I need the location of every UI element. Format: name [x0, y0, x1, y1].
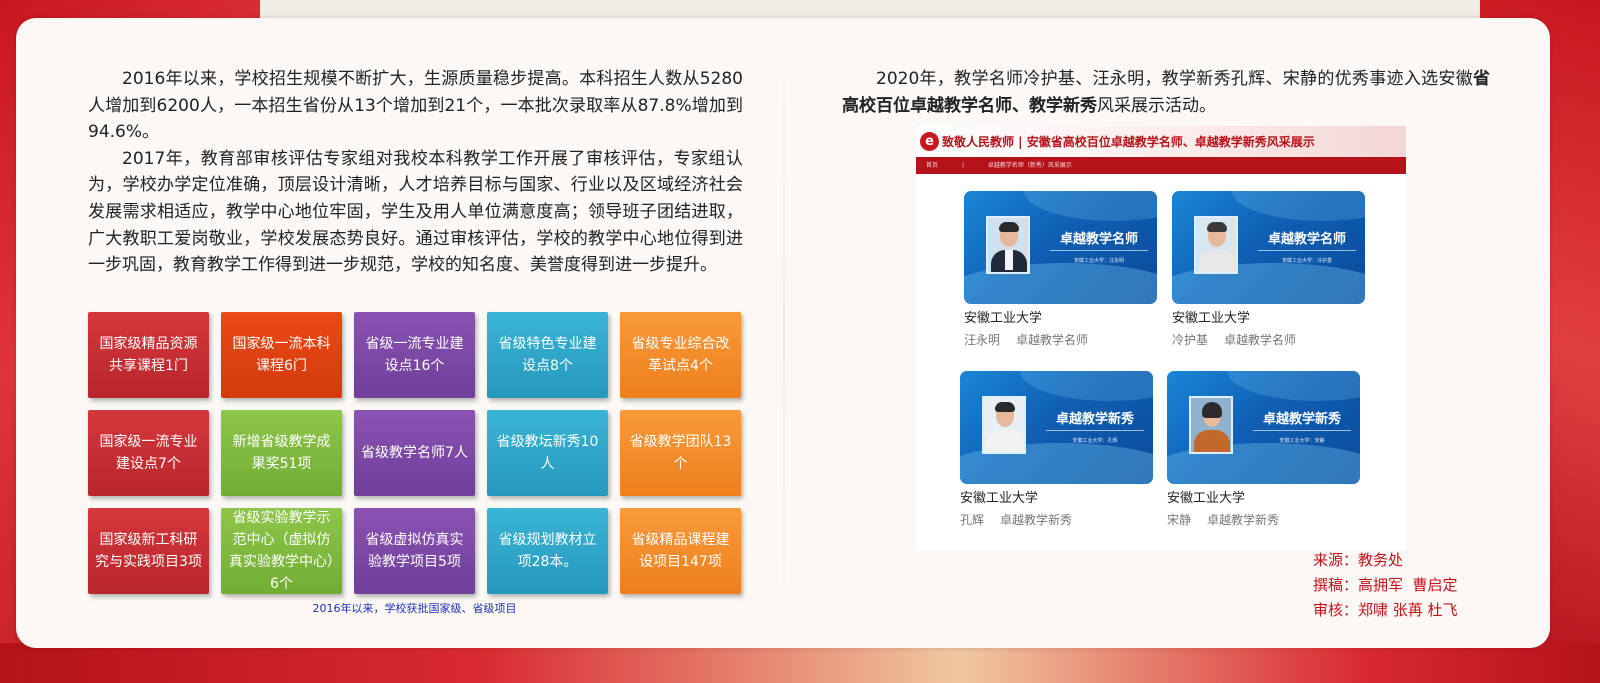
teacher-badge-sub: 安徽工业大学：宋静	[1279, 438, 1325, 444]
teacher-title: 卓越教学新秀	[1207, 513, 1280, 527]
credit-source: 来源：教务处	[1313, 551, 1404, 569]
teacher-name: 冷护基	[1172, 333, 1209, 347]
teacher-badge: 卓越教学新秀	[1046, 409, 1144, 431]
grid-caption: 2016年以来，学校获批国家级、省级项目	[312, 602, 517, 615]
site-logo-icon: e	[920, 132, 939, 151]
teacher-title: 卓越教学名师	[1016, 333, 1089, 347]
awards-text-b: 风采展示活动。	[1097, 95, 1216, 116]
teacher-photo	[986, 216, 1030, 274]
achievement-tile: 省级特色专业建设点8个	[487, 312, 608, 398]
teacher-badge: 卓越教学新秀	[1253, 409, 1351, 431]
teacher-title: 卓越教学新秀	[1000, 513, 1073, 527]
teacher-meta: 冷护基 卓越教学名师	[1172, 331, 1365, 349]
teacher-entry: 卓越教学名师 安徽工业大学：汪永明 安徽工业大学 汪永明 卓越教学名师	[964, 191, 1157, 349]
achievement-tile: 国家级精品资源共享课程1门	[88, 312, 209, 398]
decorative-bottom-band	[0, 643, 1600, 683]
website-header: e 致敬人民教师 | 安徽省高校百位卓越教学名师、卓越教学新秀风采展示	[916, 126, 1406, 157]
teacher-card: 卓越教学名师 安徽工业大学：汪永明	[964, 191, 1157, 304]
teacher-name: 孔辉	[960, 513, 985, 527]
nav-divider: |	[961, 162, 964, 169]
nav-current: 卓越教学名师（新秀）风采展示	[987, 162, 1072, 169]
teacher-meta: 汪永明 卓越教学名师	[964, 331, 1157, 349]
teacher-card: 卓越教学新秀 安徽工业大学：宋静	[1167, 371, 1360, 484]
card-wave-decoration	[1024, 191, 1157, 221]
left-article: 2016年以来，学校招生规模不断扩大，生源质量稳步提高。本科招生人数从5280人…	[88, 66, 743, 279]
website-nav: 首页 | 卓越教学名师（新秀）风采展示	[916, 157, 1406, 174]
teacher-entry: 卓越教学新秀 安徽工业大学：孔辉 安徽工业大学 孔辉 卓越教学新秀	[960, 371, 1153, 529]
teacher-name: 汪永明	[964, 333, 1001, 347]
teacher-entry: 卓越教学名师 安徽工业大学：冷护基 安徽工业大学 冷护基 卓越教学名师	[1172, 191, 1365, 349]
teacher-title: 卓越教学名师	[1224, 333, 1297, 347]
teacher-entry: 卓越教学新秀 安徽工业大学：宋静 安徽工业大学 宋静 卓越教学新秀	[1167, 371, 1360, 529]
card-wave-decoration	[1227, 371, 1360, 401]
teacher-badge-sub: 安徽工业大学：汪永明	[1073, 258, 1124, 264]
teacher-school: 安徽工业大学	[960, 491, 1039, 506]
achievement-grid: 国家级精品资源共享课程1门 国家级一流本科课程6门 省级一流专业建设点16个 省…	[88, 312, 741, 595]
credits: 来源：教务处 撰稿：高拥军 曹启定 审核：郑啸 张苒 杜飞	[1313, 548, 1458, 623]
teacher-school: 安徽工业大学	[964, 311, 1043, 326]
paragraph-enrollment: 2016年以来，学校招生规模不断扩大，生源质量稳步提高。本科招生人数从5280人…	[88, 69, 743, 143]
teacher-badge: 卓越教学名师	[1258, 229, 1356, 251]
achievement-tile: 省级教学团队13个	[620, 410, 741, 496]
achievement-tile: 省级教学名师7人	[354, 410, 475, 496]
teacher-school: 安徽工业大学	[1172, 311, 1251, 326]
credit-author: 撰稿：高拥军 曹启定	[1313, 576, 1458, 594]
teacher-name: 宋静	[1167, 513, 1192, 527]
right-article: 2020年，教学名师冷护基、汪永明，教学新秀孔辉、宋静的优秀事迹入选安徽省高校百…	[842, 66, 1490, 119]
achievement-tile: 国家级一流本科课程6门	[221, 312, 342, 398]
card-wave-decoration	[1020, 371, 1153, 401]
achievement-tile: 省级教坛新秀10人	[487, 410, 608, 496]
teacher-school: 安徽工业大学	[1167, 491, 1246, 506]
website-screenshot: e 致敬人民教师 | 安徽省高校百位卓越教学名师、卓越教学新秀风采展示 首页 |…	[916, 126, 1406, 550]
achievement-tile: 省级一流专业建设点16个	[354, 312, 475, 398]
achievement-tile: 省级实验教学示范中心（虚拟仿真实验教学中心）6个	[221, 508, 342, 594]
teacher-badge-sub: 安徽工业大学：冷护基	[1281, 258, 1332, 264]
paragraph-awards: 2020年，教学名师冷护基、汪永明，教学新秀孔辉、宋静的优秀事迹入选安徽省高校百…	[842, 66, 1490, 119]
teacher-meta: 宋静 卓越教学新秀	[1167, 511, 1360, 529]
teacher-card: 卓越教学名师 安徽工业大学：冷护基	[1172, 191, 1365, 304]
paragraph-review: 2017年，教育部审核评估专家组对我校本科教学工作开展了审核评估，专家组认为，学…	[88, 148, 743, 276]
achievement-tile: 省级专业综合改革试点4个	[620, 312, 741, 398]
achievement-tile: 省级规划教材立项28本。	[487, 508, 608, 594]
teacher-photo	[1194, 216, 1238, 274]
nav-home: 首页	[926, 162, 939, 169]
teacher-meta: 孔辉 卓越教学新秀	[960, 511, 1153, 529]
achievement-tile: 国家级一流专业建设点7个	[88, 410, 209, 496]
teacher-card: 卓越教学新秀 安徽工业大学：孔辉	[960, 371, 1153, 484]
card-wave-decoration	[1232, 191, 1365, 221]
credit-reviewer: 审核：郑啸 张苒 杜飞	[1313, 601, 1458, 619]
teacher-photo	[1189, 396, 1233, 454]
website-header-title: 致敬人民教师 | 安徽省高校百位卓越教学名师、卓越教学新秀风采展示	[942, 135, 1315, 149]
achievement-tile: 国家级新工科研究与实践项目3项	[88, 508, 209, 594]
teacher-badge-sub: 安徽工业大学：孔辉	[1072, 438, 1118, 444]
awards-text-a: 2020年，教学名师冷护基、汪永明，教学新秀孔辉、宋静的优秀事迹入选安徽	[876, 69, 1473, 89]
achievement-tile: 新增省级教学成果奖51项	[221, 410, 342, 496]
teacher-photo	[982, 396, 1026, 454]
teacher-badge: 卓越教学名师	[1050, 229, 1148, 251]
achievement-tile: 省级虚拟仿真实验教学项目5项	[354, 508, 475, 594]
page-fold	[783, 18, 785, 648]
achievement-tile: 省级精品课程建设项目147项	[620, 508, 741, 594]
